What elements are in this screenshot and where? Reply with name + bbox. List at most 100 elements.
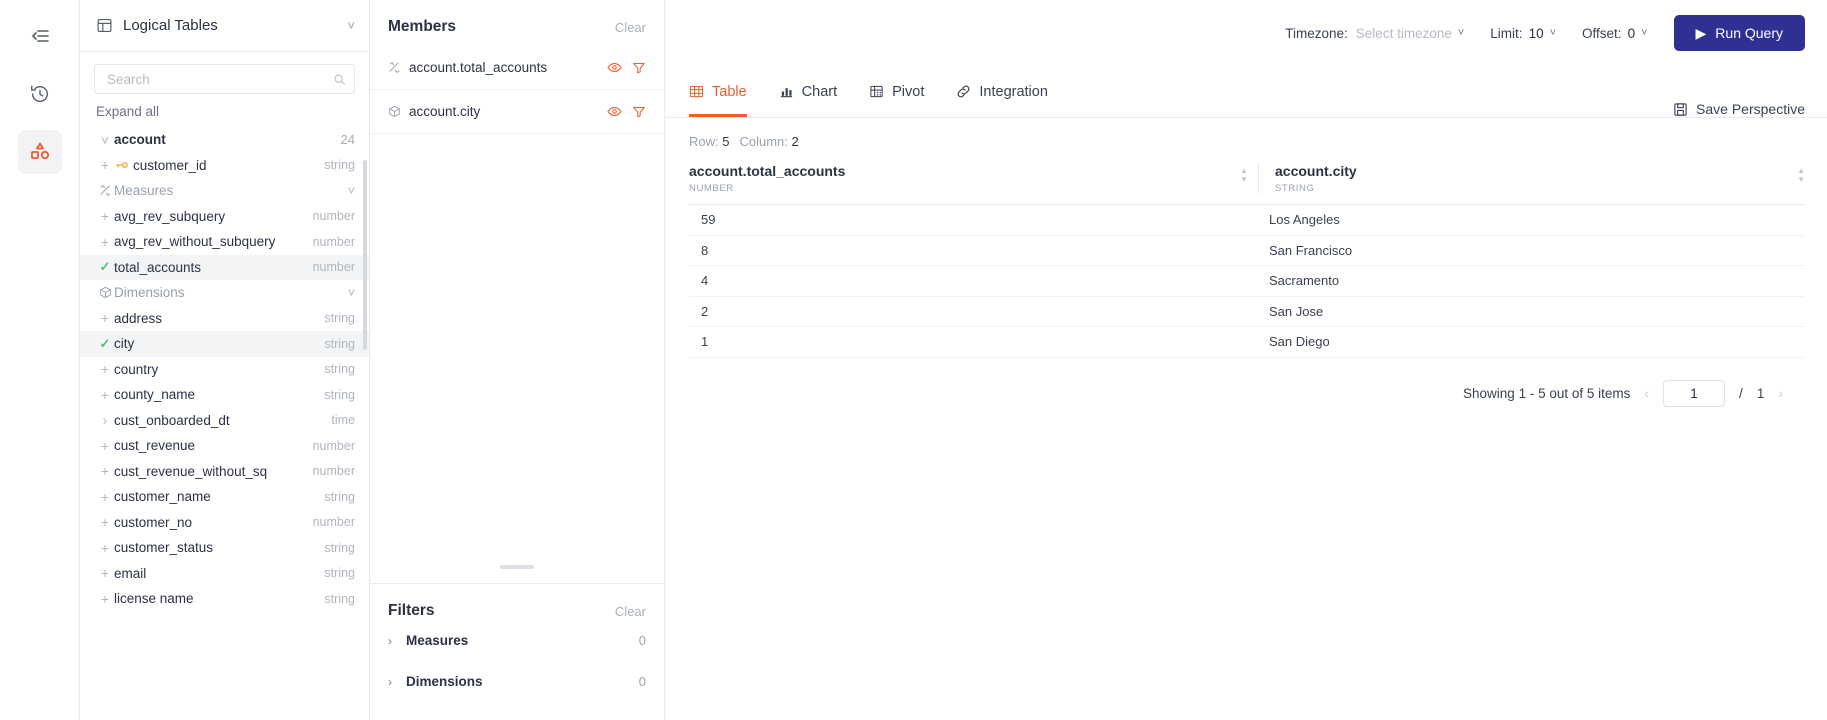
toggle-visibility-icon[interactable] bbox=[607, 60, 622, 75]
column-name: account.city bbox=[1275, 163, 1357, 179]
dimension-icon bbox=[388, 105, 401, 118]
chevron-down-icon[interactable]: ˅ bbox=[348, 184, 355, 198]
filter-icon[interactable] bbox=[632, 61, 646, 75]
search-box[interactable] bbox=[94, 64, 355, 94]
tree-table-row[interactable]: ˅ account 24 bbox=[80, 127, 369, 153]
field-label: customer_no bbox=[114, 514, 193, 530]
chevron-down-icon[interactable]: ˅ bbox=[347, 18, 355, 33]
logical-tables-icon bbox=[96, 17, 113, 34]
add-field-icon[interactable]: + bbox=[101, 514, 109, 530]
member-row[interactable]: account.total_accounts bbox=[370, 46, 664, 90]
tree-group-row[interactable]: Dimensions ˅ bbox=[80, 280, 369, 306]
members-clear-button[interactable]: Clear bbox=[615, 20, 646, 35]
column-header-total-accounts[interactable]: account.total_accounts NUMBER ▲ ▼ bbox=[689, 163, 1248, 194]
tree-field-row[interactable]: + address string bbox=[80, 306, 369, 332]
add-field-icon[interactable]: + bbox=[101, 157, 109, 173]
field-label: county_name bbox=[114, 387, 196, 403]
table-row[interactable]: 4 Sacramento bbox=[689, 266, 1805, 297]
sort-toggle-icon[interactable]: ▲ ▼ bbox=[1797, 163, 1805, 184]
field-type-label: 24 bbox=[340, 132, 355, 148]
tree-field-row[interactable]: + avg_rev_without_subquery number bbox=[80, 229, 369, 255]
logical-tables-header[interactable]: Logical Tables ˅ bbox=[80, 0, 369, 52]
tree-field-row[interactable]: + license name string bbox=[80, 586, 369, 612]
field-label: license name bbox=[114, 591, 194, 607]
selected-check-icon[interactable]: ✓ bbox=[100, 259, 111, 275]
tree-field-row[interactable]: + email string bbox=[80, 561, 369, 587]
page-number-input[interactable] bbox=[1663, 379, 1726, 407]
prev-page-button[interactable]: ‹ bbox=[1644, 385, 1649, 401]
search-input[interactable] bbox=[105, 70, 333, 88]
add-field-icon[interactable]: + bbox=[101, 463, 109, 479]
offset-select[interactable]: Offset: 0 ˅ bbox=[1582, 26, 1647, 41]
member-row[interactable]: account.city bbox=[370, 90, 664, 134]
tree-field-row[interactable]: + customer_status string bbox=[80, 535, 369, 561]
field-label: address bbox=[114, 310, 163, 326]
field-type-label: string bbox=[324, 591, 355, 606]
save-perspective-button[interactable]: Save Perspective bbox=[1673, 101, 1805, 117]
run-query-button[interactable]: ▶ Run Query bbox=[1673, 15, 1805, 51]
member-actions bbox=[607, 104, 646, 119]
cell-city: San Diego bbox=[1269, 334, 1330, 350]
tree-field-row[interactable]: + avg_rev_subquery number bbox=[80, 204, 369, 230]
result-summary: Row: 5 Column: 2 bbox=[665, 118, 1827, 149]
chevron-right-icon[interactable]: › bbox=[103, 412, 108, 428]
tree-field-row[interactable]: + cust_revenue_without_sq number bbox=[80, 459, 369, 485]
row-label: Row: bbox=[689, 134, 719, 149]
add-field-icon[interactable]: + bbox=[101, 565, 109, 581]
column-header-city[interactable]: account.city STRING ▲ ▼ bbox=[1275, 163, 1805, 194]
tree-field-row[interactable]: + customer_no number bbox=[80, 510, 369, 536]
add-field-icon[interactable]: + bbox=[101, 310, 109, 326]
schema-icon[interactable] bbox=[17, 130, 62, 174]
history-icon[interactable] bbox=[18, 72, 62, 116]
timezone-select[interactable]: Select timezone ˅ bbox=[1356, 26, 1465, 41]
table-row[interactable]: 59 Los Angeles bbox=[689, 205, 1805, 236]
filter-icon[interactable] bbox=[632, 105, 646, 119]
chevron-down-icon: ˅ bbox=[1457, 27, 1465, 39]
chevron-down-icon[interactable]: ˅ bbox=[96, 132, 114, 148]
field-type-label: time bbox=[331, 413, 355, 428]
filter-group-row[interactable]: › Dimensions 0 bbox=[370, 661, 664, 702]
add-field-icon[interactable]: + bbox=[101, 540, 109, 556]
add-field-icon[interactable]: + bbox=[101, 489, 109, 505]
sort-toggle-icon[interactable]: ▲ ▼ bbox=[1240, 163, 1248, 184]
tree-field-row[interactable]: ✓ total_accounts number bbox=[80, 254, 369, 280]
offset-label: Offset: bbox=[1582, 25, 1622, 41]
add-field-icon[interactable]: + bbox=[101, 438, 109, 454]
tab-table[interactable]: Table bbox=[689, 66, 747, 117]
chevron-down-icon[interactable]: ˅ bbox=[348, 286, 355, 300]
next-page-button[interactable]: › bbox=[1778, 385, 1783, 401]
tree-field-row[interactable]: + cust_revenue number bbox=[80, 433, 369, 459]
add-field-icon[interactable]: + bbox=[101, 361, 109, 377]
add-field-icon[interactable]: + bbox=[101, 591, 109, 607]
add-field-icon[interactable]: + bbox=[101, 387, 109, 403]
table-row[interactable]: 8 San Francisco bbox=[689, 236, 1805, 266]
table-row[interactable]: 1 San Diego bbox=[689, 327, 1805, 358]
tab-pivot[interactable]: Pivot bbox=[869, 66, 924, 117]
member-actions bbox=[607, 60, 646, 75]
tab-integration[interactable]: Integration bbox=[956, 66, 1048, 117]
filter-group-row[interactable]: › Measures 0 bbox=[370, 620, 664, 661]
field-label: cust_revenue bbox=[114, 438, 196, 454]
tab-chart[interactable]: Chart bbox=[779, 66, 837, 117]
collapse-panel-icon[interactable] bbox=[18, 14, 62, 58]
tree-field-row[interactable]: ✓ city string bbox=[80, 331, 369, 357]
table-icon bbox=[689, 84, 704, 99]
toggle-visibility-icon[interactable] bbox=[607, 104, 622, 119]
selected-check-icon[interactable]: ✓ bbox=[100, 336, 111, 352]
add-field-icon[interactable]: + bbox=[101, 234, 109, 250]
tree-field-row[interactable]: + customer_name string bbox=[80, 484, 369, 510]
chevron-right-icon: › bbox=[388, 633, 392, 648]
expand-all-link[interactable]: Expand all bbox=[80, 94, 369, 127]
table-row[interactable]: 2 San Jose bbox=[689, 297, 1805, 327]
panel-resize-handle[interactable] bbox=[500, 565, 534, 569]
tree-field-row[interactable]: › cust_onboarded_dt time bbox=[80, 408, 369, 434]
tree-group-row[interactable]: Measures ˅ bbox=[80, 178, 369, 204]
add-field-icon[interactable]: + bbox=[101, 208, 109, 224]
tree-field-row[interactable]: + customer_id string bbox=[80, 153, 369, 179]
filters-clear-button[interactable]: Clear bbox=[615, 604, 646, 619]
field-label: cust_onboarded_dt bbox=[114, 412, 230, 428]
field-tree-scrollbar[interactable] bbox=[363, 160, 367, 350]
limit-select[interactable]: Limit: 10 ˅ bbox=[1490, 26, 1556, 41]
tree-field-row[interactable]: + county_name string bbox=[80, 382, 369, 408]
tree-field-row[interactable]: + country string bbox=[80, 357, 369, 383]
